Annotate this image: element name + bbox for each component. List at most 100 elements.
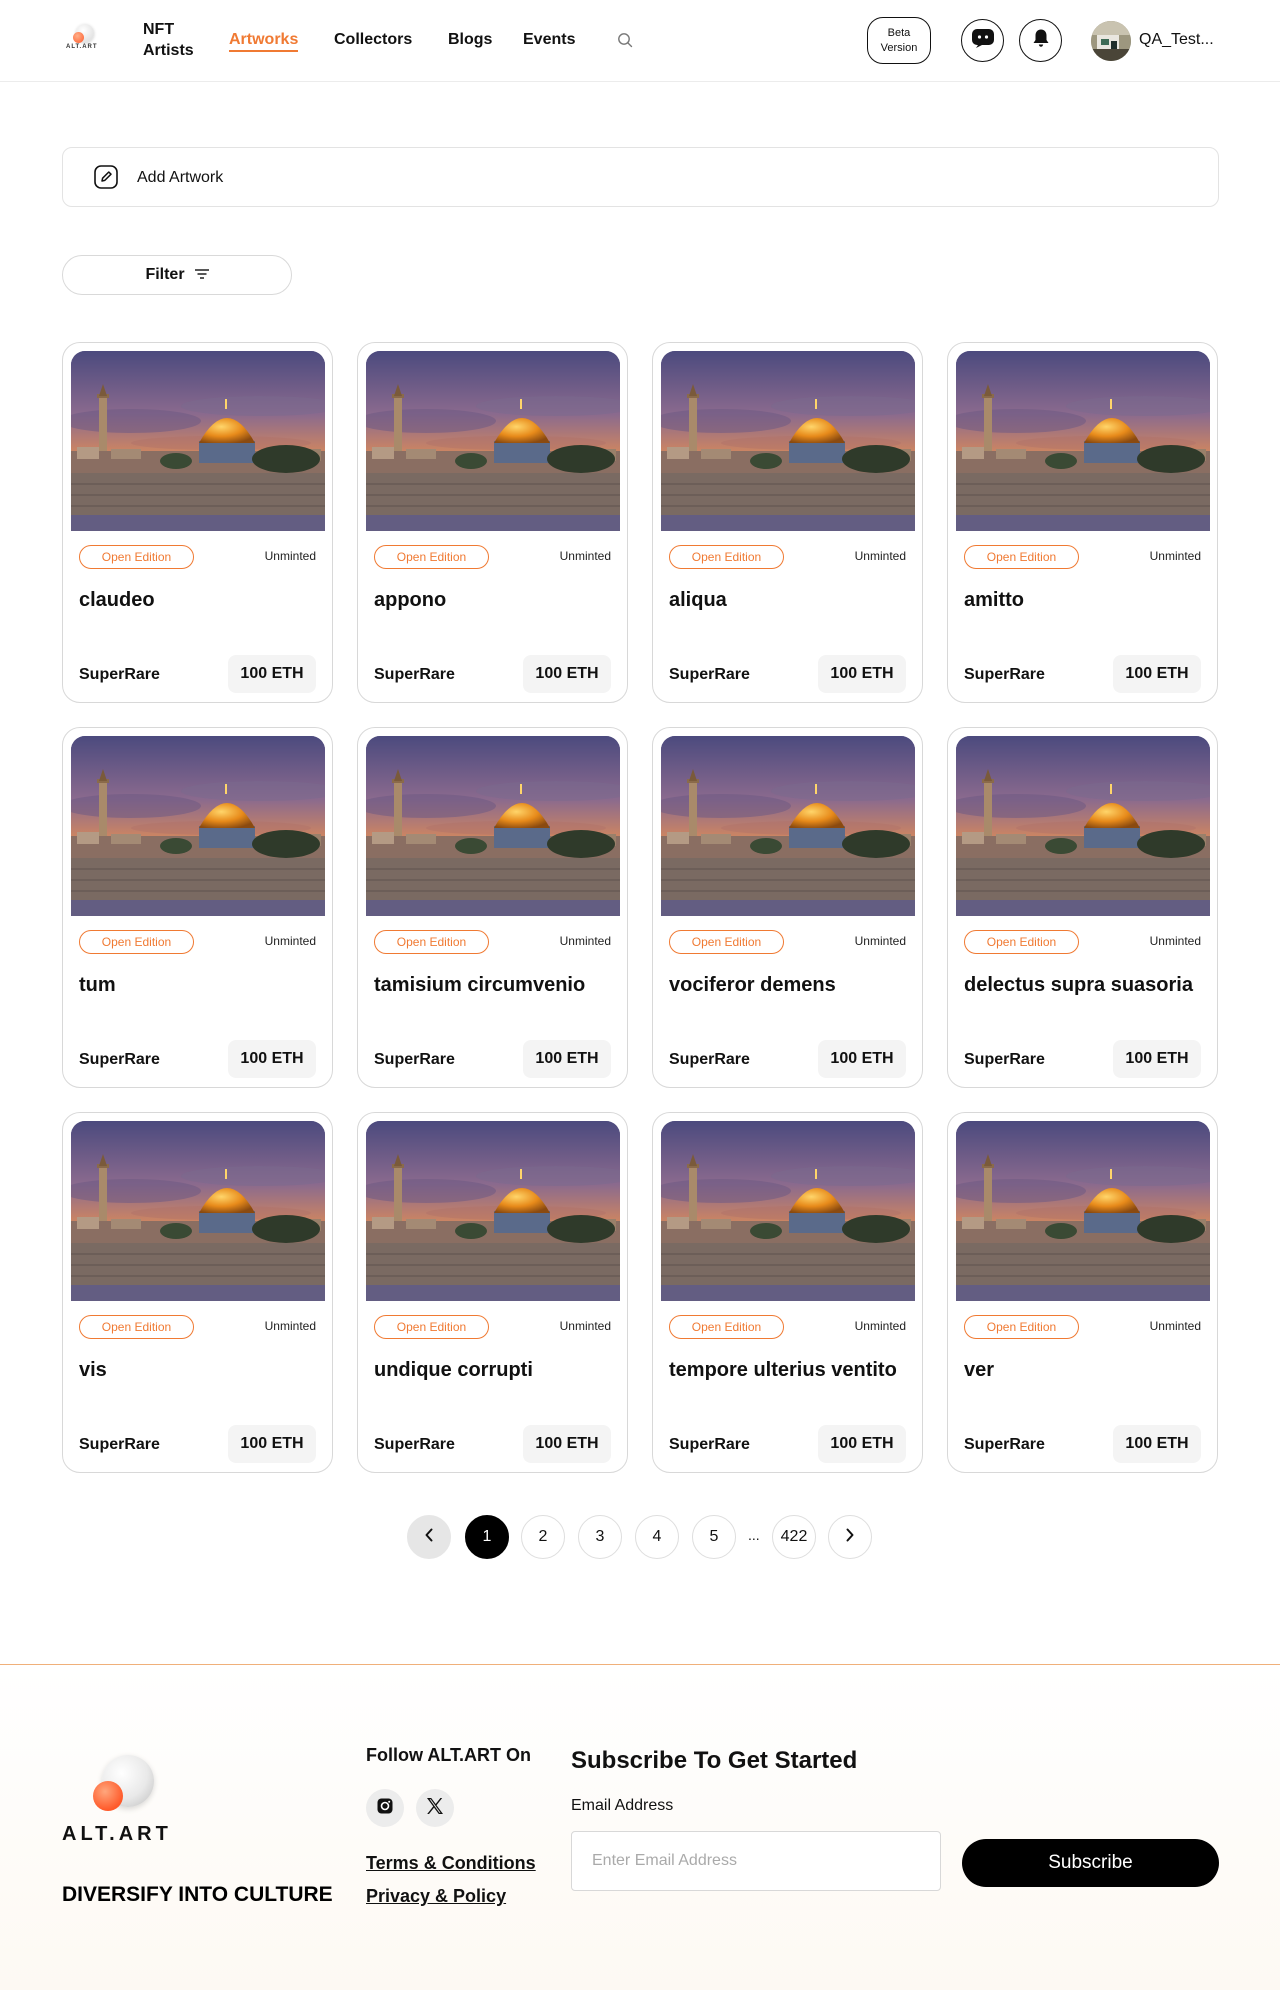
artwork-image[interactable] xyxy=(956,736,1210,916)
artwork-image[interactable] xyxy=(366,351,620,531)
supply-status: Unminted xyxy=(1149,549,1201,563)
pagination-page-5[interactable]: 5 xyxy=(692,1515,736,1559)
artwork-title[interactable]: tum xyxy=(79,971,319,999)
artwork-card[interactable]: Open Edition Unminted appono SuperRare 1… xyxy=(357,342,628,703)
artwork-card[interactable]: Open Edition Unminted tum SuperRare 100 … xyxy=(62,727,333,1088)
pagination-page-1[interactable]: 1 xyxy=(465,1515,509,1559)
artwork-title[interactable]: vis xyxy=(79,1356,319,1384)
nav-artworks[interactable]: Artworks xyxy=(229,31,299,52)
platform-name: SuperRare xyxy=(669,1051,750,1068)
user-avatar[interactable] xyxy=(1091,21,1131,61)
artwork-image[interactable] xyxy=(956,351,1210,531)
search-icon[interactable] xyxy=(617,32,633,48)
terms-conditions-link[interactable]: Terms & Conditions xyxy=(366,1853,536,1874)
platform-name: SuperRare xyxy=(79,1436,160,1453)
nav-events[interactable]: Events xyxy=(523,31,575,49)
x-icon xyxy=(425,1796,445,1821)
price-tag: 100 ETH xyxy=(523,1425,611,1463)
logo-sphere-orange xyxy=(73,32,84,43)
supply-status: Unminted xyxy=(559,934,611,948)
edition-badge: Open Edition xyxy=(669,930,784,954)
artwork-title[interactable]: appono xyxy=(374,586,614,614)
notifications-button[interactable] xyxy=(1019,19,1062,62)
pagination-page-2[interactable]: 2 xyxy=(521,1515,565,1559)
pagination-next-button[interactable] xyxy=(828,1515,872,1559)
artwork-image[interactable] xyxy=(661,1121,915,1301)
artwork-title[interactable]: tamisium circumvenio xyxy=(374,971,614,999)
artwork-card[interactable]: Open Edition Unminted claudeo SuperRare … xyxy=(62,342,333,703)
pagination-ellipsis: ... xyxy=(748,1527,760,1543)
price-tag: 100 ETH xyxy=(228,1425,316,1463)
platform-name: SuperRare xyxy=(964,666,1045,683)
price-tag: 100 ETH xyxy=(523,1040,611,1078)
artwork-card[interactable]: Open Edition Unminted aliqua SuperRare 1… xyxy=(652,342,923,703)
artwork-card[interactable]: Open Edition Unminted vis SuperRare 100 … xyxy=(62,1112,333,1473)
price-tag: 100 ETH xyxy=(1113,1040,1201,1078)
chevron-left-icon xyxy=(424,1528,434,1547)
add-artwork-button[interactable]: Add Artwork xyxy=(62,147,1219,207)
pagination-page-3[interactable]: 3 xyxy=(578,1515,622,1559)
price-tag: 100 ETH xyxy=(818,1040,906,1078)
supply-status: Unminted xyxy=(559,1319,611,1333)
pagination-page-4[interactable]: 4 xyxy=(635,1515,679,1559)
nav-blogs[interactable]: Blogs xyxy=(448,31,492,49)
artwork-title[interactable]: tempore ulterius ventito xyxy=(669,1356,909,1384)
artwork-card[interactable]: Open Edition Unminted delectus supra sua… xyxy=(947,727,1218,1088)
artwork-card[interactable]: Open Edition Unminted vociferor demens S… xyxy=(652,727,923,1088)
artwork-card[interactable]: Open Edition Unminted undique corrupti S… xyxy=(357,1112,628,1473)
privacy-policy-link[interactable]: Privacy & Policy xyxy=(366,1886,506,1907)
artwork-card[interactable]: Open Edition Unminted ver SuperRare 100 … xyxy=(947,1112,1218,1473)
artwork-card[interactable]: Open Edition Unminted tempore ulterius v… xyxy=(652,1112,923,1473)
artwork-image[interactable] xyxy=(366,1121,620,1301)
instagram-button[interactable] xyxy=(366,1789,404,1827)
beta-version-badge[interactable]: Beta Version xyxy=(867,17,931,64)
chat-button[interactable] xyxy=(961,19,1004,62)
edition-badge: Open Edition xyxy=(374,1315,489,1339)
artwork-image[interactable] xyxy=(71,351,325,531)
artwork-image[interactable] xyxy=(71,736,325,916)
edition-badge: Open Edition xyxy=(79,545,194,569)
artwork-image[interactable] xyxy=(661,736,915,916)
platform-name: SuperRare xyxy=(669,666,750,683)
nav-nft-artists-line1: NFT xyxy=(143,21,175,38)
nav-nft-artists[interactable]: NFT Artists xyxy=(143,19,194,61)
artwork-image[interactable] xyxy=(71,1121,325,1301)
pagination-page-last[interactable]: 422 xyxy=(772,1515,816,1559)
artwork-card[interactable]: Open Edition Unminted tamisium circumven… xyxy=(357,727,628,1088)
price-tag: 100 ETH xyxy=(1113,1425,1201,1463)
pagination-prev-button[interactable] xyxy=(407,1515,451,1559)
nav-nft-artists-line2: Artists xyxy=(143,42,194,59)
artwork-image[interactable] xyxy=(956,1121,1210,1301)
nav-collectors[interactable]: Collectors xyxy=(334,31,412,49)
supply-status: Unminted xyxy=(559,549,611,563)
alt-art-logo[interactable]: ALT.ART xyxy=(62,24,110,54)
subscribe-button[interactable]: Subscribe xyxy=(962,1839,1219,1887)
x-twitter-button[interactable] xyxy=(416,1789,454,1827)
filter-button[interactable]: Filter xyxy=(62,255,292,295)
artwork-title[interactable]: undique corrupti xyxy=(374,1356,614,1384)
price-tag: 100 ETH xyxy=(818,655,906,693)
supply-status: Unminted xyxy=(264,934,316,948)
email-input[interactable] xyxy=(571,1831,941,1891)
footer-logo-mark[interactable] xyxy=(90,1755,160,1815)
artwork-title[interactable]: claudeo xyxy=(79,586,319,614)
username-label[interactable]: QA_Test... xyxy=(1139,31,1214,49)
artwork-title[interactable]: aliqua xyxy=(669,586,909,614)
price-tag: 100 ETH xyxy=(523,655,611,693)
edition-badge: Open Edition xyxy=(79,1315,194,1339)
instagram-icon xyxy=(376,1797,394,1820)
chevron-right-icon xyxy=(845,1528,855,1547)
artwork-image[interactable] xyxy=(366,736,620,916)
logo-wordmark: ALT.ART xyxy=(66,44,98,50)
platform-name: SuperRare xyxy=(669,1436,750,1453)
artwork-card[interactable]: Open Edition Unminted amitto SuperRare 1… xyxy=(947,342,1218,703)
edition-badge: Open Edition xyxy=(964,1315,1079,1339)
artwork-image[interactable] xyxy=(661,351,915,531)
supply-status: Unminted xyxy=(854,1319,906,1333)
artwork-title[interactable]: amitto xyxy=(964,586,1204,614)
supply-status: Unminted xyxy=(264,549,316,563)
platform-name: SuperRare xyxy=(964,1051,1045,1068)
artwork-title[interactable]: delectus supra suasoria xyxy=(964,971,1204,999)
artwork-title[interactable]: vociferor demens xyxy=(669,971,909,999)
artwork-title[interactable]: ver xyxy=(964,1356,1204,1384)
